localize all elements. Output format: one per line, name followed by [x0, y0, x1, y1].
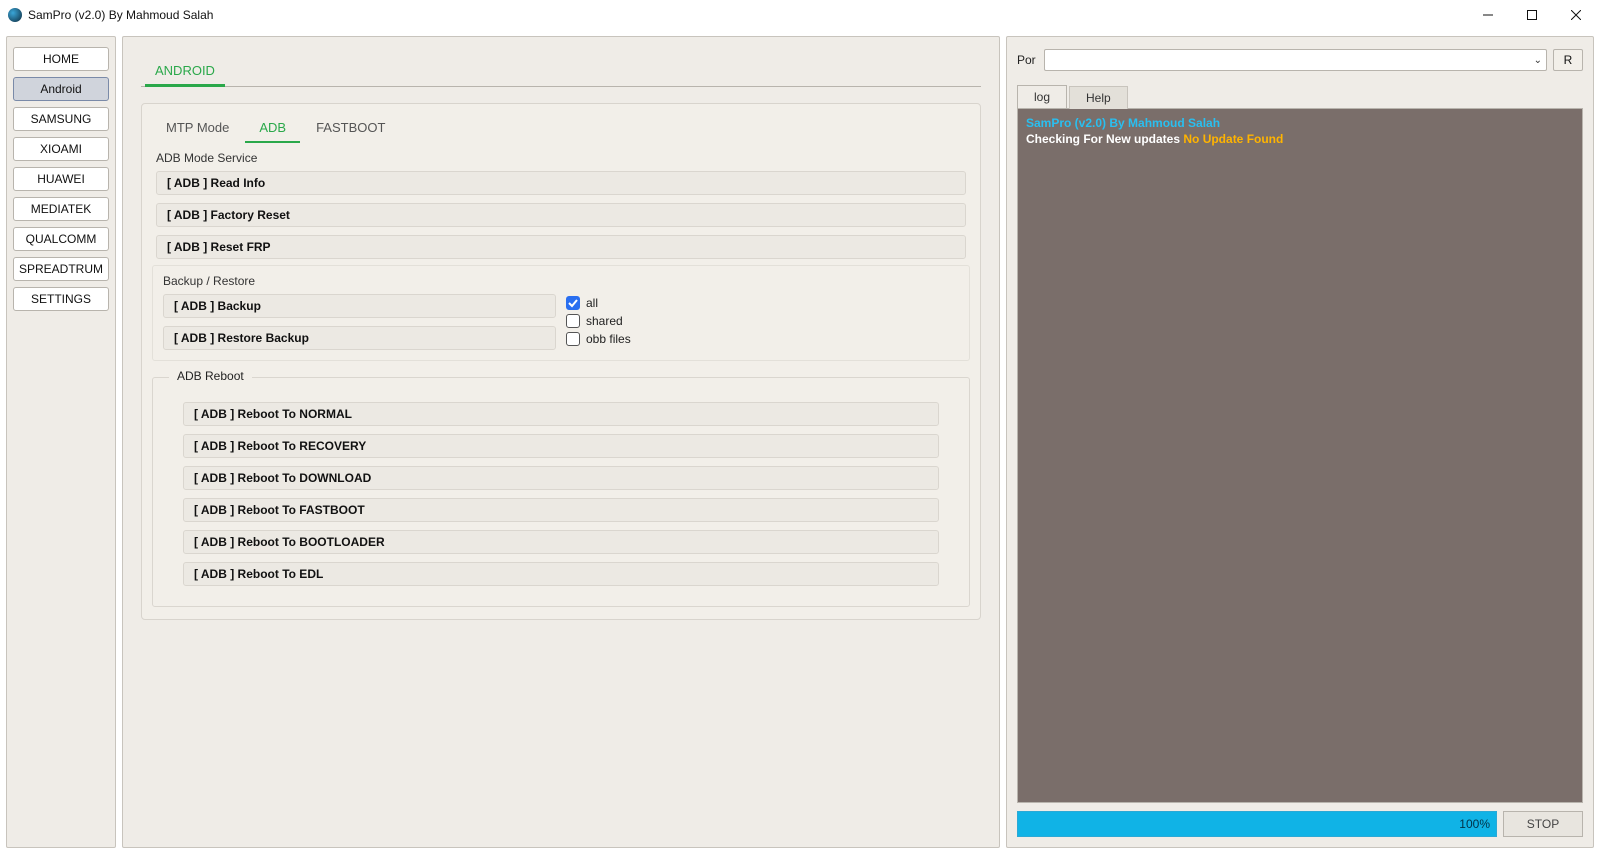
button-label: STOP — [1527, 817, 1559, 831]
checkbox-icon — [566, 314, 580, 328]
adb-card: MTP Mode ADB FASTBOOT ADB Mode Service [… — [141, 103, 981, 620]
tab-log[interactable]: log — [1017, 85, 1067, 108]
port-combobox[interactable]: ⌄ — [1044, 49, 1547, 71]
button-label: [ ADB ] Reset FRP — [167, 240, 271, 254]
sidebar: HOME Android SAMSUNG XIOAMI HUAWEI MEDIA… — [6, 36, 116, 848]
checkbox-label: shared — [586, 314, 623, 328]
button-label: R — [1564, 53, 1573, 67]
stop-button[interactable]: STOP — [1503, 811, 1583, 837]
adb-reset-frp-button[interactable]: [ ADB ] Reset FRP — [156, 235, 966, 259]
sidebar-item-mediatek[interactable]: MEDIATEK — [13, 197, 109, 221]
button-label: [ ADB ] Reboot To EDL — [194, 567, 323, 581]
button-label: [ ADB ] Reboot To FASTBOOT — [194, 503, 365, 517]
sidebar-item-huawei[interactable]: HUAWEI — [13, 167, 109, 191]
log-tabs: log Help — [1017, 85, 1583, 108]
subtab-label: ADB — [259, 120, 286, 135]
reboot-recovery-button[interactable]: [ ADB ] Reboot To RECOVERY — [183, 434, 939, 458]
sidebar-item-label: SETTINGS — [31, 292, 91, 306]
checkbox-icon — [566, 332, 580, 346]
tab-label: ANDROID — [155, 63, 215, 78]
port-refresh-button[interactable]: R — [1553, 49, 1583, 71]
sidebar-item-label: HOME — [43, 52, 79, 66]
checkbox-icon — [566, 296, 580, 310]
log-line: SamPro (v2.0) By Mahmoud Salah — [1026, 115, 1574, 131]
sidebar-item-spreadtrum[interactable]: SPREADTRUM — [13, 257, 109, 281]
window-maximize-button[interactable] — [1510, 0, 1554, 30]
checkbox-obb[interactable]: obb files — [566, 332, 959, 346]
button-label: [ ADB ] Reboot To BOOTLOADER — [194, 535, 385, 549]
tab-label: Help — [1086, 91, 1111, 105]
tab-help[interactable]: Help — [1069, 86, 1128, 109]
log-textarea[interactable]: SamPro (v2.0) By Mahmoud Salah Checking … — [1017, 108, 1583, 803]
reboot-fastboot-button[interactable]: [ ADB ] Reboot To FASTBOOT — [183, 498, 939, 522]
sidebar-item-samsung[interactable]: SAMSUNG — [13, 107, 109, 131]
sidebar-item-label: Android — [40, 82, 81, 96]
sidebar-item-home[interactable]: HOME — [13, 47, 109, 71]
adb-reboot-legend: ADB Reboot — [169, 369, 252, 383]
window-title: SamPro (v2.0) By Mahmoud Salah — [28, 8, 213, 22]
adb-factory-reset-button[interactable]: [ ADB ] Factory Reset — [156, 203, 966, 227]
app-icon — [8, 8, 22, 22]
subtab-adb[interactable]: ADB — [245, 114, 300, 143]
backup-restore-box: Backup / Restore [ ADB ] Backup [ ADB ] … — [152, 265, 970, 361]
sidebar-item-android[interactable]: Android — [13, 77, 109, 101]
button-label: [ ADB ] Reboot To DOWNLOAD — [194, 471, 371, 485]
checkbox-label: obb files — [586, 332, 631, 346]
tab-label: log — [1034, 90, 1050, 104]
window-minimize-button[interactable] — [1466, 0, 1510, 30]
sidebar-item-label: SAMSUNG — [31, 112, 92, 126]
sub-tabs: MTP Mode ADB FASTBOOT — [152, 114, 970, 143]
progress-value: 100% — [1459, 817, 1490, 831]
progress-bar: 100% — [1017, 811, 1497, 837]
subtab-label: MTP Mode — [166, 120, 229, 135]
reboot-bootloader-button[interactable]: [ ADB ] Reboot To BOOTLOADER — [183, 530, 939, 554]
right-panel: Por ⌄ R log Help SamPro (v2.0) By Mahmou… — [1006, 36, 1594, 848]
subtab-fastboot[interactable]: FASTBOOT — [302, 114, 399, 143]
adb-read-info-button[interactable]: [ ADB ] Read Info — [156, 171, 966, 195]
main-panel: ANDROID MTP Mode ADB FASTBOOT ADB Mode S… — [122, 36, 1000, 848]
sidebar-item-settings[interactable]: SETTINGS — [13, 287, 109, 311]
sidebar-item-label: MEDIATEK — [31, 202, 91, 216]
tab-android[interactable]: ANDROID — [141, 57, 229, 86]
checkbox-all[interactable]: all — [566, 296, 959, 310]
sidebar-item-label: QUALCOMM — [26, 232, 97, 246]
window-close-button[interactable] — [1554, 0, 1598, 30]
button-label: [ ADB ] Restore Backup — [174, 331, 309, 345]
button-label: [ ADB ] Factory Reset — [167, 208, 290, 222]
sidebar-item-label: HUAWEI — [37, 172, 85, 186]
button-label: [ ADB ] Reboot To NORMAL — [194, 407, 352, 421]
backup-restore-title: Backup / Restore — [163, 274, 959, 294]
subtab-label: FASTBOOT — [316, 120, 385, 135]
sidebar-item-qualcomm[interactable]: QUALCOMM — [13, 227, 109, 251]
window-titlebar: SamPro (v2.0) By Mahmoud Salah — [0, 0, 1600, 30]
port-label: Por — [1017, 53, 1038, 67]
button-label: [ ADB ] Reboot To RECOVERY — [194, 439, 366, 453]
button-label: [ ADB ] Read Info — [167, 176, 265, 190]
chevron-down-icon: ⌄ — [1534, 55, 1542, 66]
log-line: Checking For New updates No Update Found — [1026, 131, 1574, 147]
reboot-edl-button[interactable]: [ ADB ] Reboot To EDL — [183, 562, 939, 586]
sidebar-item-label: XIOAMI — [40, 142, 82, 156]
adb-mode-service-title: ADB Mode Service — [152, 143, 970, 171]
subtab-mtp[interactable]: MTP Mode — [152, 114, 243, 143]
adb-reboot-group: ADB Reboot [ ADB ] Reboot To NORMAL [ AD… — [152, 377, 970, 607]
reboot-download-button[interactable]: [ ADB ] Reboot To DOWNLOAD — [183, 466, 939, 490]
sidebar-item-label: SPREADTRUM — [19, 262, 103, 276]
adb-backup-button[interactable]: [ ADB ] Backup — [163, 294, 556, 318]
sidebar-item-xiaomi[interactable]: XIOAMI — [13, 137, 109, 161]
checkbox-shared[interactable]: shared — [566, 314, 959, 328]
reboot-normal-button[interactable]: [ ADB ] Reboot To NORMAL — [183, 402, 939, 426]
main-tabs: ANDROID — [141, 57, 981, 87]
button-label: [ ADB ] Backup — [174, 299, 261, 313]
checkbox-label: all — [586, 296, 598, 310]
adb-restore-backup-button[interactable]: [ ADB ] Restore Backup — [163, 326, 556, 350]
